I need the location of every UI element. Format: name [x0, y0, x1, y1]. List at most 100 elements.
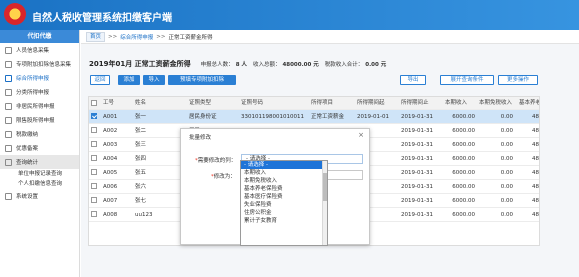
sidebar-item-preference-filing[interactable]: 优惠备案: [0, 141, 79, 155]
sidebar-item-person-info[interactable]: 人员信息采集: [0, 43, 79, 57]
preset-deduction-button[interactable]: 预填专项附加扣除: [168, 75, 236, 85]
breadcrumb: 首页 >> 综合所得申报 >> 正常工资薪金所得: [81, 30, 579, 44]
dropdown-option[interactable]: 基本医疗保险费: [241, 193, 327, 201]
table-cell-name: 张五: [135, 170, 147, 176]
table-cell-free: 0.00: [500, 128, 513, 134]
breadcrumb-comprehensive[interactable]: 综合所得申报: [120, 33, 153, 41]
tax-value: 0.00 元: [365, 62, 387, 68]
dropdown-option[interactable]: 本期收入: [241, 169, 327, 177]
table-cell-name: 张七: [135, 198, 147, 204]
column-header[interactable]: 证照类型: [189, 97, 229, 109]
dropdown-option[interactable]: 失业保险费: [241, 201, 327, 209]
row-checkbox[interactable]: [91, 113, 97, 119]
sidebar-item-restricted-stock[interactable]: 限售股所得申报: [0, 113, 79, 127]
table-cell-id: A001: [103, 114, 118, 120]
select-all-checkbox[interactable]: [91, 100, 97, 106]
column-dropdown-list[interactable]: - 请选择 - 本期收入 本期免税收入 基本养老保险费 基本医疗保险费 失业保险费 住房公积…: [240, 160, 328, 246]
table-cell-income: 6000.00: [452, 156, 475, 162]
column-header[interactable]: 证照号码: [241, 97, 291, 109]
breadcrumb-separator: >>: [156, 33, 166, 40]
dropdown-option[interactable]: 本期免税收入: [241, 177, 327, 185]
column-header[interactable]: 所得期间起: [357, 97, 399, 109]
table-cell-id: A007: [103, 198, 118, 204]
table-cell-pension: 48: [532, 198, 539, 204]
count-label: 申报总人数：: [200, 62, 234, 68]
table-row[interactable]: A001 张一 居民身份证 330101198001010011 正常工资薪金 2019-…: [89, 110, 539, 124]
close-icon[interactable]: ×: [358, 132, 364, 139]
sidebar-item-comprehensive-income[interactable]: 综合所得申报: [0, 71, 79, 85]
column-header[interactable]: 本期免税收入: [479, 97, 517, 109]
sidebar-item-label: 人员信息采集: [16, 48, 50, 54]
table-cell-free: 0.00: [500, 156, 513, 162]
count-value: 8 人: [235, 62, 247, 68]
sidebar-item-label: 专项附加扣除信息采集: [16, 62, 72, 68]
table-cell-name: 张六: [135, 184, 147, 190]
row-checkbox[interactable]: [91, 169, 97, 175]
preference-icon: [5, 144, 12, 152]
sidebar-item-tax-payment[interactable]: 税款缴纳: [0, 127, 79, 141]
table-cell-end: 2019-01-31: [401, 212, 433, 218]
value-field-text: 修改为：: [213, 174, 236, 180]
column-header[interactable]: 所得期间止: [401, 97, 443, 109]
more-actions-button[interactable]: 更多操作: [498, 75, 538, 85]
column-header[interactable]: 姓名: [135, 97, 161, 109]
sidebar-item-settings[interactable]: 系统设置: [0, 189, 79, 203]
dropdown-option[interactable]: 基本养老保险费: [241, 185, 327, 193]
gear-icon: [5, 192, 12, 200]
app-title: 自然人税收管理系统扣缴客户端: [32, 13, 172, 24]
query-icon: [5, 158, 12, 166]
export-button[interactable]: 导出: [400, 75, 426, 85]
form-icon: [5, 74, 12, 82]
table-cell-income: 6000.00: [452, 184, 475, 190]
row-checkbox[interactable]: [91, 127, 97, 133]
sidebar-item-special-deduction[interactable]: 专项附加扣除信息采集: [0, 57, 79, 71]
table-cell-id: A003: [103, 142, 118, 148]
table-cell-income: 6000.00: [452, 198, 475, 204]
sidebar-header: 代扣代缴: [0, 30, 79, 43]
row-checkbox[interactable]: [91, 211, 97, 217]
table-cell-id: A002: [103, 128, 118, 134]
column-header[interactable]: 所得项目: [311, 97, 351, 109]
table-cell-income: 6000.00: [452, 142, 475, 148]
column-header[interactable]: 工号: [103, 97, 131, 109]
tab-home[interactable]: 首页: [86, 31, 106, 42]
add-button[interactable]: 添加: [118, 75, 140, 85]
scrollbar-thumb[interactable]: [323, 173, 327, 201]
sidebar-item-classified-income[interactable]: 分类所得申报: [0, 85, 79, 99]
breadcrumb-salary: 正常工资薪金所得: [168, 34, 213, 41]
back-button[interactable]: 返回: [90, 75, 110, 85]
dropdown-scrollbar[interactable]: [322, 161, 327, 245]
row-checkbox[interactable]: [91, 183, 97, 189]
row-checkbox[interactable]: [91, 155, 97, 161]
expand-query-button[interactable]: 展开查询条件: [440, 75, 494, 85]
column-header[interactable]: 基本养老保: [519, 97, 539, 109]
sidebar-item-nonresident-income[interactable]: 非居民所得申报: [0, 99, 79, 113]
dropdown-option[interactable]: - 请选择 -: [241, 161, 327, 169]
dialog-title: 批量修改: [189, 135, 212, 141]
sidebar-subitem-unit-records[interactable]: 单位申报记录查询: [0, 169, 79, 179]
table-cell-pension: 48: [532, 212, 539, 218]
sidebar-item-label: 分类所得申报: [16, 90, 50, 96]
table-cell-pension: 48: [532, 170, 539, 176]
sidebar-subitem-personal-records[interactable]: 个人扣缴信息查询: [0, 179, 79, 189]
table-cell-end: 2019-01-31: [401, 128, 433, 134]
list-icon: [5, 88, 12, 96]
sidebar-item-label: 综合所得申报: [16, 76, 50, 82]
table-cell-free: 0.00: [500, 170, 513, 176]
import-button[interactable]: 导入: [143, 75, 165, 85]
table-cell-end: 2019-01-31: [401, 184, 433, 190]
dropdown-option[interactable]: 住房公积金: [241, 209, 327, 217]
sidebar-item-query-stats[interactable]: 查询统计: [0, 155, 79, 169]
dropdown-option[interactable]: 累计子女教育: [241, 217, 327, 225]
column-header[interactable]: 本期收入: [445, 97, 477, 109]
table-cell-income: 6000.00: [452, 114, 475, 120]
row-checkbox[interactable]: [91, 141, 97, 147]
payment-icon: [5, 130, 12, 138]
table-cell-number: 330101198001010011: [241, 114, 304, 120]
table-cell-end: 2019-01-31: [401, 114, 433, 120]
tax-emblem-icon: [4, 3, 26, 25]
table-cell-income: 6000.00: [452, 170, 475, 176]
stock-icon: [5, 116, 12, 124]
app-header: 自然人税收管理系统扣缴客户端: [0, 0, 579, 30]
row-checkbox[interactable]: [91, 197, 97, 203]
